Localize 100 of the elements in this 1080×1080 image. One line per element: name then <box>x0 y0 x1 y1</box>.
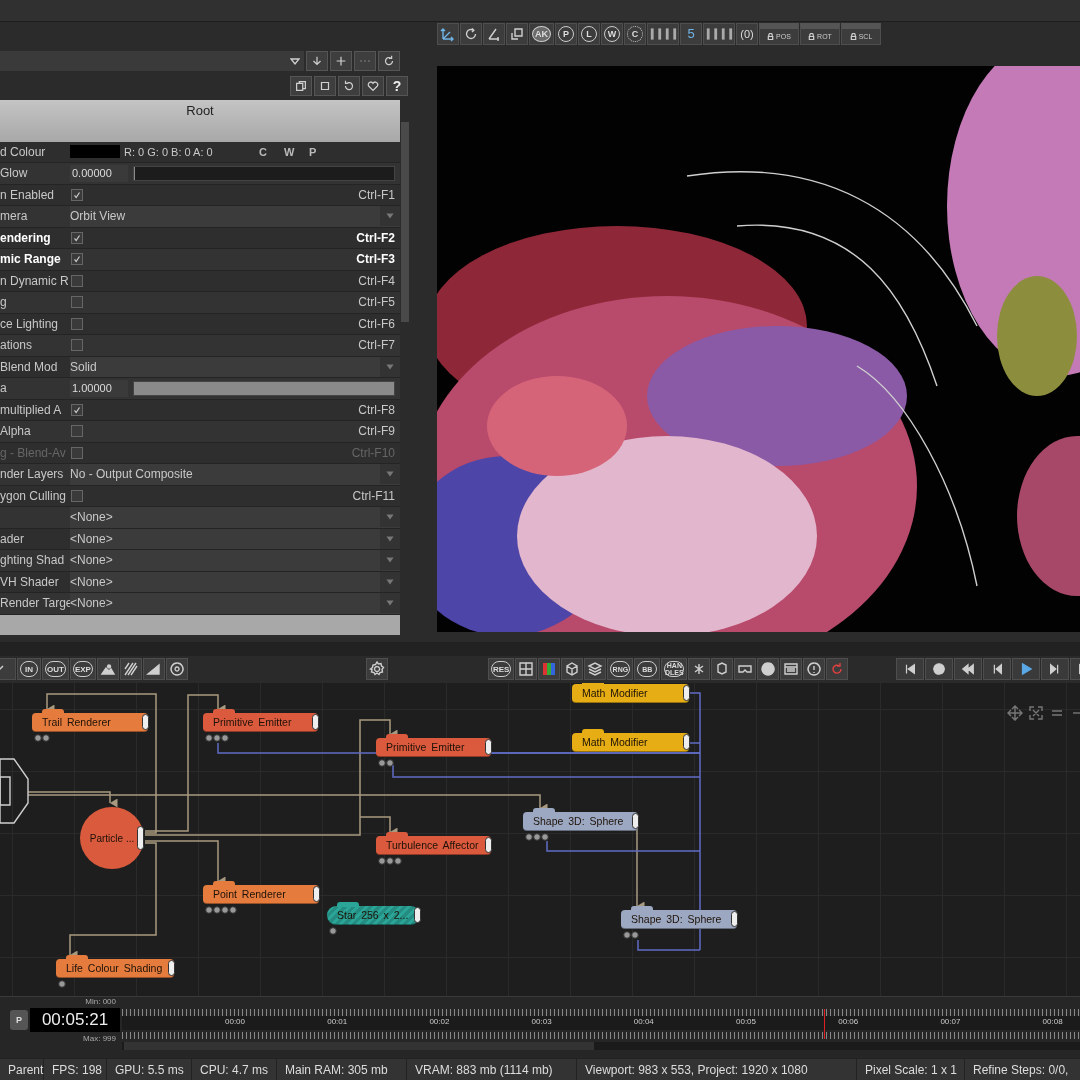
checkbox[interactable] <box>71 296 83 309</box>
step-value[interactable]: 5 <box>680 22 702 45</box>
gizmo-button[interactable]: L <box>578 22 600 45</box>
property-label: g <box>0 295 7 310</box>
checkbox[interactable] <box>71 404 83 416</box>
gizmo-button[interactable]: C <box>624 22 646 45</box>
toggle-button[interactable]: IN <box>17 658 41 681</box>
checkbox[interactable] <box>71 339 83 352</box>
square-icon[interactable] <box>314 75 336 96</box>
headset-icon[interactable] <box>734 658 757 681</box>
undo-icon[interactable] <box>338 75 360 96</box>
timeline-ruler[interactable]: 00:00 00:01 00:02 00:03 00:04 00:05 00:06 00:07 00:08 <box>122 997 1080 1059</box>
dropdown[interactable]: <None> <box>70 550 400 571</box>
status-item: FPS: 198 <box>44 1059 107 1080</box>
shortcut-label: Ctrl-F1 <box>358 188 395 202</box>
particle-node[interactable]: Particle ... <box>80 807 144 870</box>
layers-icon[interactable] <box>584 658 607 681</box>
shortcut-label: Ctrl-F6 <box>358 317 395 331</box>
zero-value[interactable]: (0) <box>736 22 758 45</box>
box-icon[interactable] <box>711 658 734 681</box>
slots-icon[interactable] <box>647 22 679 45</box>
toggle-button[interactable]: OUT <box>42 658 69 681</box>
dropdown[interactable]: <None> <box>70 507 400 528</box>
property-label: Blend Mod <box>0 360 58 374</box>
caret-icon[interactable] <box>380 464 400 485</box>
port-icon[interactable] <box>329 927 337 936</box>
checkbox[interactable] <box>71 232 83 244</box>
shortcut-label: Ctrl-F2 <box>356 231 395 245</box>
port-icon[interactable] <box>58 980 66 989</box>
step-back-icon[interactable] <box>983 658 1011 681</box>
rewind-icon[interactable] <box>954 658 982 681</box>
caret-icon[interactable] <box>380 572 400 592</box>
plus-icon[interactable] <box>330 50 352 71</box>
gizmo-button[interactable]: AK <box>529 22 554 45</box>
number-field[interactable]: 0.00000 <box>70 165 128 182</box>
number-field[interactable]: 1.00000 <box>70 380 128 397</box>
gizmo-button[interactable]: P <box>555 22 577 45</box>
asterisk-icon[interactable] <box>688 658 711 681</box>
settings-icon[interactable] <box>365 658 388 681</box>
dropdown[interactable]: No - Output Composite <box>70 464 400 485</box>
slider-track[interactable] <box>133 166 395 181</box>
time-tick-label: 00:03 <box>531 1017 552 1027</box>
shortcut-label: Ctrl-F5 <box>358 295 395 310</box>
dropdown[interactable]: <None> <box>70 528 400 550</box>
gizmo-button[interactable]: W <box>601 22 623 45</box>
window-icon[interactable] <box>780 658 803 681</box>
slots-icon[interactable] <box>703 22 735 45</box>
checkbox[interactable] <box>71 318 83 330</box>
caret-icon[interactable] <box>380 593 400 614</box>
rotate-icon[interactable] <box>460 22 482 45</box>
property-label: mic Range <box>0 252 61 267</box>
colour-bars-icon[interactable] <box>538 658 561 681</box>
checkbox[interactable] <box>71 275 83 287</box>
caret-icon[interactable] <box>380 507 400 528</box>
panel-title: Root <box>186 102 214 119</box>
lock-icon <box>808 32 816 40</box>
angle-icon[interactable] <box>483 22 505 45</box>
select-square-icon[interactable] <box>506 22 528 45</box>
scrollbar[interactable] <box>401 121 409 322</box>
res-button[interactable]: RES <box>487 658 515 681</box>
property-label: n Dynamic R <box>0 274 69 288</box>
refresh-icon[interactable] <box>378 50 400 71</box>
landscape-icon[interactable] <box>96 658 119 681</box>
step-forward-icon[interactable] <box>1041 658 1069 681</box>
slider-track[interactable] <box>133 381 395 396</box>
skip-start-icon[interactable] <box>896 658 924 681</box>
axis-icon[interactable] <box>437 22 459 45</box>
copy-icon[interactable] <box>290 75 312 96</box>
scrollbar[interactable] <box>124 1042 594 1051</box>
property-label: mera <box>0 209 28 224</box>
caret-icon[interactable] <box>380 357 400 377</box>
checkbox[interactable] <box>71 490 83 502</box>
alert-icon[interactable] <box>803 658 826 681</box>
time-tick-label: 00:00 <box>225 1017 246 1027</box>
channel-toggle[interactable]: W <box>284 146 309 158</box>
node[interactable]: Math Modifier <box>572 684 689 704</box>
toggle-button[interactable]: EXP <box>69 658 96 681</box>
dropdown[interactable]: Solid <box>70 356 400 378</box>
help-button[interactable]: ? <box>386 75 408 96</box>
colour-swatch[interactable] <box>70 145 120 159</box>
checkbox[interactable] <box>71 253 83 266</box>
channel-toggle[interactable]: P <box>309 146 334 158</box>
play-icon[interactable] <box>1012 658 1040 681</box>
dropdown[interactable]: Orbit View <box>70 206 400 227</box>
status-item: GPU: 5.5 ms <box>107 1059 192 1080</box>
caret-icon[interactable] <box>380 550 400 571</box>
hatch-icon[interactable] <box>119 658 142 681</box>
caret-icon[interactable] <box>380 529 400 549</box>
caret-icon[interactable] <box>380 206 400 227</box>
checkbox[interactable] <box>71 189 83 201</box>
cube-icon[interactable] <box>561 658 584 681</box>
node-selector-dropdown[interactable] <box>0 50 304 71</box>
grid-icon[interactable] <box>515 658 538 681</box>
shortcut-label: Ctrl-F3 <box>356 252 395 267</box>
checkbox[interactable] <box>71 425 83 438</box>
dropdown[interactable]: <None> <box>70 571 400 593</box>
parent-button[interactable]: P <box>10 1010 28 1031</box>
target-icon[interactable] <box>165 658 188 681</box>
lock-icon <box>767 32 775 40</box>
channel-toggle[interactable]: C <box>259 146 284 158</box>
